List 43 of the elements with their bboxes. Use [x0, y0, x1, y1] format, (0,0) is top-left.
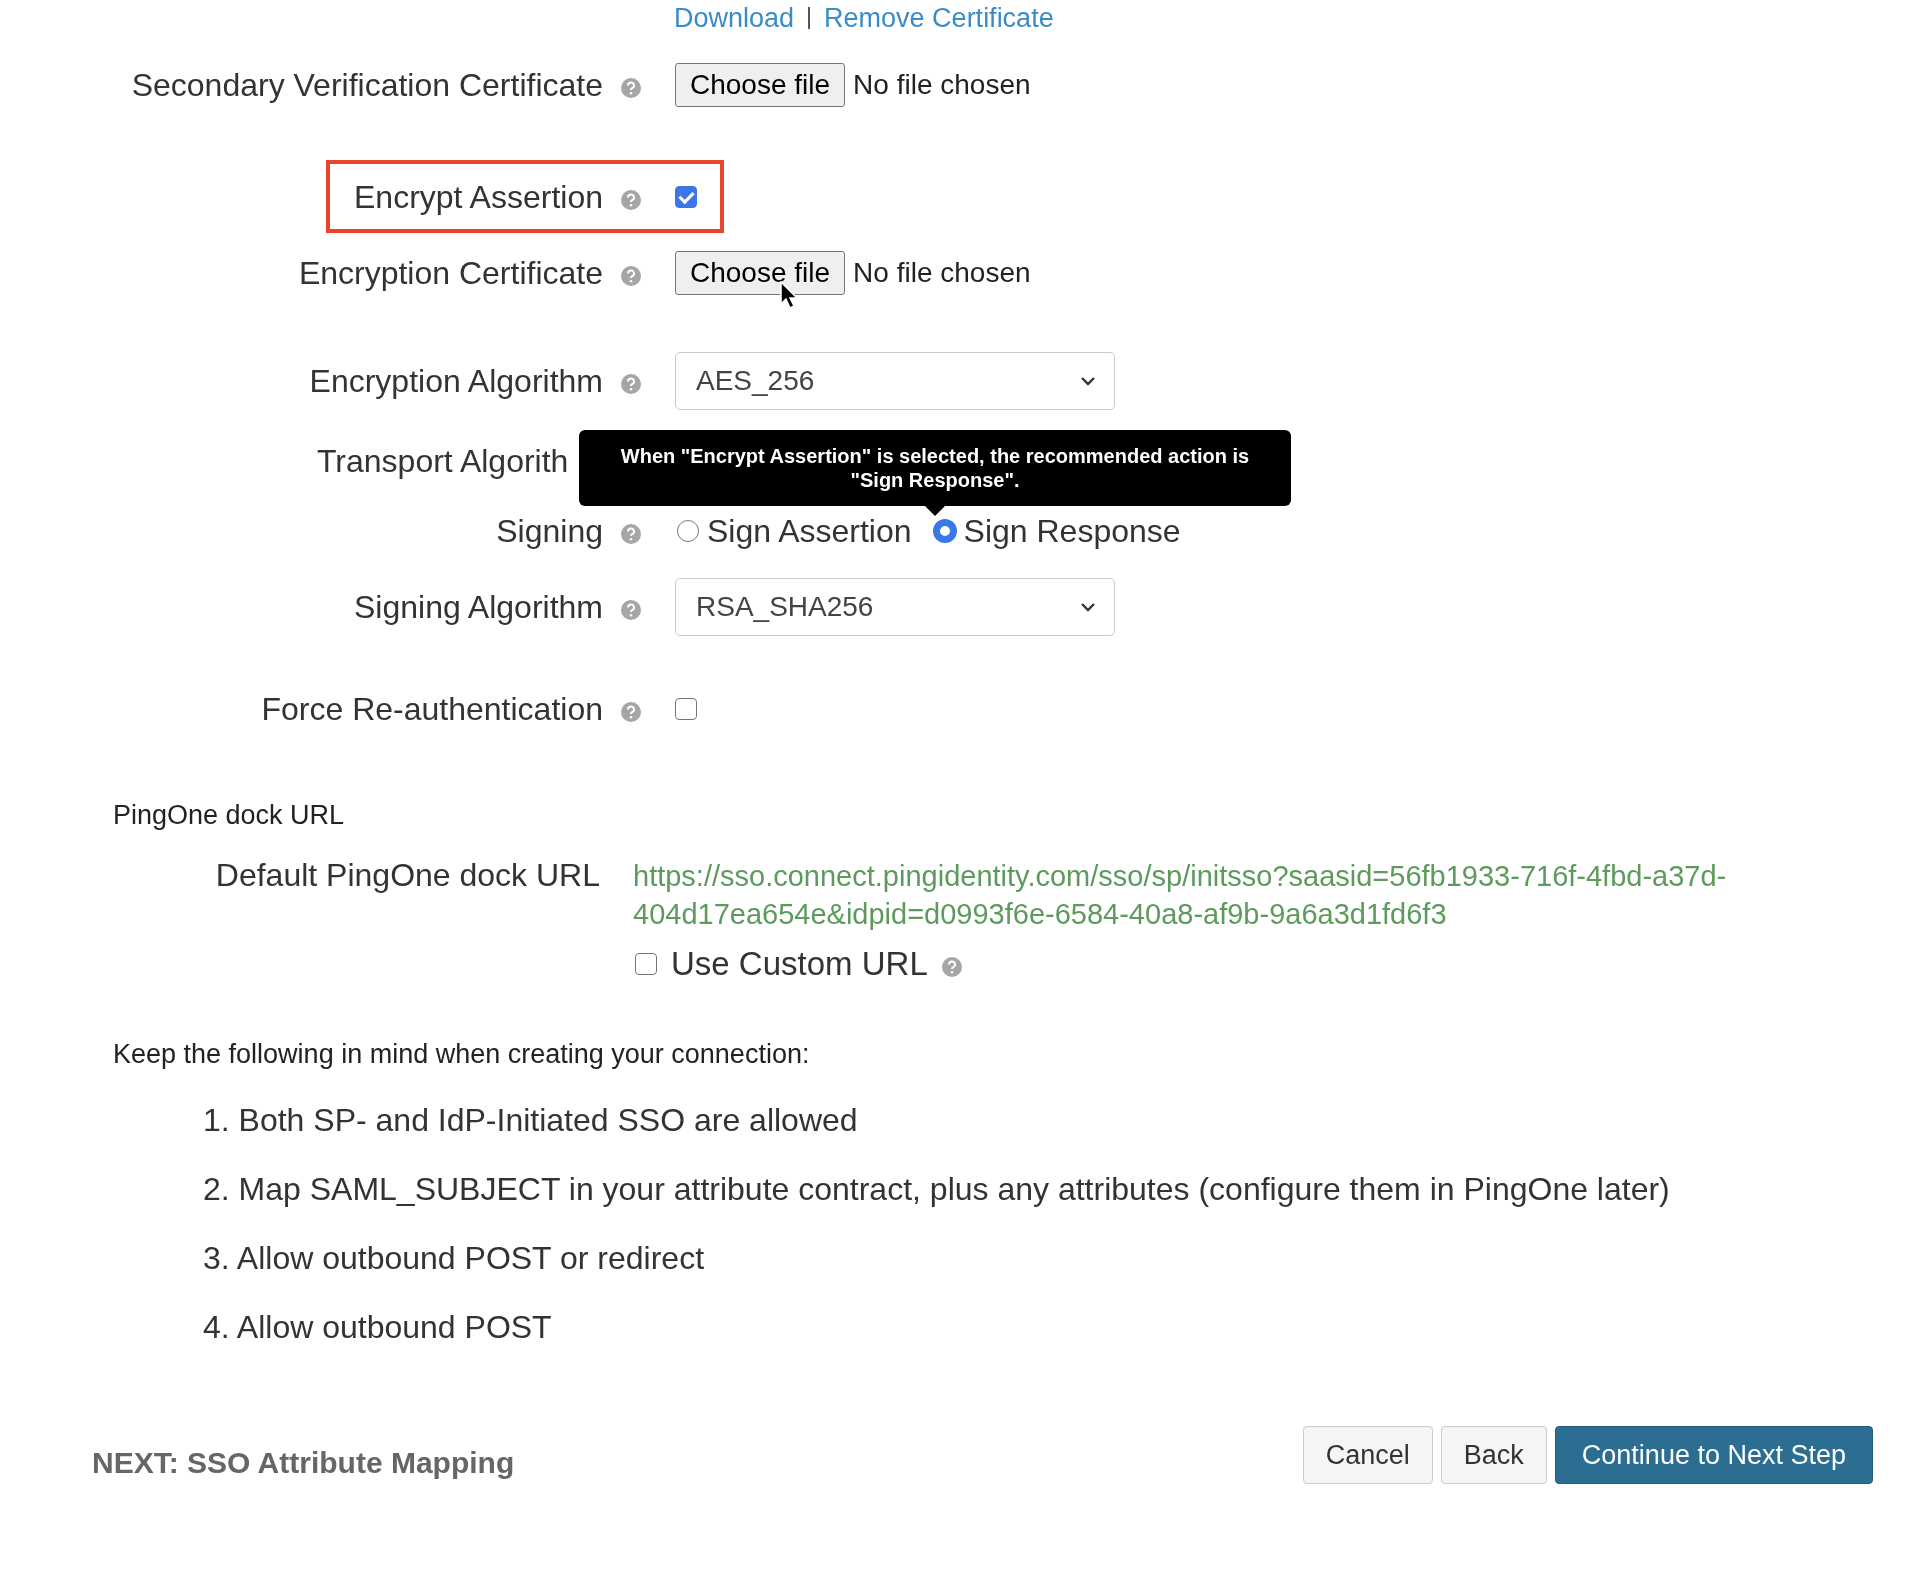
- list-item: 3. Allow outbound POST or redirect: [203, 1240, 705, 1277]
- button[interactable]: Cancel: [1302, 1426, 1433, 1484]
- list-item: 4. Allow outbound POST: [203, 1309, 553, 1346]
- field-label: Encryption Certificate: [298, 254, 603, 292]
- dropdown[interactable]: RSA_SHA256: [675, 578, 1115, 636]
- url-text: https://sso.connect.pingidentity.com/sso/sp/initsso?saasid=56fb1933-716f-4fbd-a37d-404d17ea654e&idpid=d0993f6e-6584-40a8-af9b-9a6a3d1fd6f3: [633, 859, 1728, 932]
- checkbox-label[interactable]: Use Custom URL: [671, 945, 928, 983]
- choose-file-button[interactable]: Choose file: [675, 63, 846, 107]
- help-icon[interactable]: [621, 702, 641, 722]
- link[interactable]: Remove Certificate: [824, 4, 1054, 32]
- checkbox[interactable]: [675, 698, 697, 720]
- file-status: No file chosen: [853, 257, 1031, 289]
- field-label: Secondary Verification Certificate: [131, 66, 603, 104]
- field-label: Encrypt Assertion: [354, 178, 603, 216]
- radio-button[interactable]: [933, 520, 956, 542]
- chevron-icon: [1080, 602, 1096, 612]
- checkbox[interactable]: [675, 186, 697, 208]
- help-icon[interactable]: [621, 78, 641, 98]
- chevron-icon: [1080, 376, 1096, 386]
- choose-file-button[interactable]: Choose file: [675, 251, 846, 295]
- file-status: No file chosen: [853, 69, 1031, 101]
- dropdown[interactable]: AES_256: [675, 352, 1115, 410]
- tooltip: When "Encrypt Assertion" is selected, the recommended action is "Sign Response".: [579, 430, 1291, 516]
- help-icon[interactable]: [621, 600, 641, 620]
- help-icon[interactable]: [621, 524, 641, 544]
- section-heading: PingOne dock URL: [113, 800, 346, 831]
- list-item: 2. Map SAML_SUBJECT in your attribute contract, plus any attributes (configure them in PingOne later): [203, 1171, 1671, 1208]
- field-label: Encryption Algorithm: [309, 362, 603, 400]
- list-item: 1. Both SP- and IdP-Initiated SSO are allowed: [203, 1102, 859, 1139]
- help-icon[interactable]: [621, 266, 641, 286]
- field-label: Signing Algorithm: [353, 588, 603, 626]
- next-step-text: NEXT: SSO Attribute Mapping: [92, 1446, 515, 1480]
- field-label: Force Re-authentication: [261, 690, 603, 728]
- link[interactable]: Download: [674, 4, 795, 32]
- field-label: Transport Algorith: [317, 442, 569, 480]
- continue-button[interactable]: Continue to Next Step: [1554, 1426, 1873, 1484]
- help-icon[interactable]: [621, 190, 641, 210]
- help-icon[interactable]: [621, 374, 641, 394]
- button[interactable]: Back: [1440, 1426, 1547, 1484]
- help-icon[interactable]: [941, 957, 962, 977]
- field-label: Default PingOne dock URL: [214, 857, 601, 895]
- checkbox[interactable]: [635, 953, 657, 975]
- intro-text: Keep the following in mind when creating your connection:: [113, 1039, 811, 1070]
